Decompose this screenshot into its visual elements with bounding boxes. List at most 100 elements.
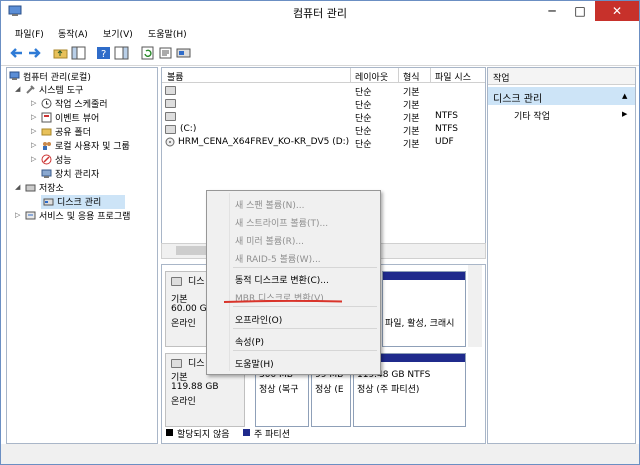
volume-filesystem: UDF [435,137,454,147]
tree-label: 컴퓨터 관리(로컬) [23,73,91,83]
minimize-button[interactable]: ─ [539,1,565,21]
menu-action[interactable]: 동작(A) [58,27,88,40]
drive-icon [165,99,176,108]
help-icon[interactable]: ? [96,46,111,60]
partition-status: 파일, 활성, 크래시 [385,319,455,329]
show-hide-action-pane-icon[interactable] [114,46,129,60]
tree-label: 시스템 도구 [39,86,84,96]
disk-0-partition[interactable]: 파일, 활성, 크래시 [382,271,466,347]
column-header-layout[interactable]: 레이아웃 [355,70,388,83]
disk-name: 디스 [188,359,205,369]
expand-triangle-icon[interactable]: ▷ [31,127,36,135]
properties-icon[interactable] [158,46,173,60]
refresh-icon[interactable] [140,46,155,60]
red-underline-annotation [223,300,343,303]
tools-icon [26,85,35,94]
drive-icon [165,125,176,134]
menu-separator [233,306,377,307]
menu-item-new-spanned-volume[interactable]: 새 스팬 볼륨(N)... [235,198,304,211]
menu-help[interactable]: 도움말(H) [148,27,187,40]
menu-item-new-mirrored-volume[interactable]: 새 미러 볼륨(R)... [235,234,304,247]
column-header-filesystem[interactable]: 파일 시스 [435,70,471,83]
drive-icon [165,112,176,121]
column-separator[interactable] [398,68,399,82]
menu-separator [233,350,377,351]
more-actions-label: 기타 작업 [514,112,550,122]
volume-layout: 단순 [355,140,372,150]
clock-icon [41,98,52,109]
back-arrow-icon[interactable] [9,46,24,60]
table-row[interactable]: (C:) 단순 기본 NTFS [162,123,485,137]
disk-icon [171,277,182,286]
expand-triangle-icon[interactable]: ▷ [31,99,36,107]
volume-filesystem: NTFS [435,111,458,121]
storage-icon [25,184,36,192]
menu-item-new-striped-volume[interactable]: 새 스트라이프 볼륨(T)... [235,216,328,229]
forward-arrow-icon[interactable] [27,46,42,60]
actions-header-label: 작업 [493,74,510,84]
submenu-arrow-icon: ▶ [622,110,628,118]
disk-size: 119.88 GB [171,382,219,392]
computer-management-icon [9,71,20,80]
computer-management-window: 컴퓨터 관리 ─ □ ✕ 파일(F) 동작(A) 보기(V) 도움말(H) ? … [0,0,640,465]
device-manager-icon [41,169,52,178]
table-row[interactable]: 단순 기본 NTFS [162,110,485,124]
disk-0-scrollbar[interactable] [468,265,482,347]
close-button[interactable]: ✕ [595,1,639,21]
table-row[interactable]: 단순 기본 [162,97,485,111]
table-row[interactable]: HRM_CENA_X64FREV_KO-KR_DV5 (D:) 단순 기본 UD… [162,136,485,150]
disk-status: 온라인 [171,397,196,407]
expand-triangle-icon[interactable]: ▷ [15,211,20,219]
collapse-triangle-icon[interactable]: ◢ [15,183,20,191]
partition-status: 정상 (E [315,385,344,395]
disk-management-icon [43,198,54,206]
expand-triangle-icon[interactable]: ▷ [31,113,36,121]
volume-name: (C:) [180,124,197,134]
show-hide-tree-icon[interactable] [71,46,86,60]
menu-item-help[interactable]: 도움말(H) [235,357,274,370]
tree-item-disk-management[interactable]: 디스크 관리 [41,195,125,209]
svg-text:?: ? [101,49,106,60]
unallocated-swatch [166,429,173,436]
disk-settings-icon[interactable] [176,46,191,60]
menu-item-offline[interactable]: 오프라인(O) [235,313,282,326]
toolbar: ? [1,43,639,66]
up-folder-icon[interactable] [53,46,68,60]
menu-view[interactable]: 보기(V) [103,27,133,40]
column-separator[interactable] [350,68,351,82]
collapse-icon[interactable]: ▲ [622,92,627,100]
title-bar: 컴퓨터 관리 ─ □ ✕ [1,1,639,23]
collapse-triangle-icon[interactable]: ◢ [15,85,20,93]
more-actions-item[interactable]: 기타 작업 ▶ [488,108,635,122]
menu-item-properties[interactable]: 속성(P) [235,335,264,348]
expand-triangle-icon[interactable]: ▷ [31,155,36,163]
column-header-type[interactable]: 형식 [403,70,420,83]
menu-file[interactable]: 파일(F) [15,27,44,40]
maximize-button[interactable]: □ [567,1,593,21]
actions-section-disk-management[interactable]: 디스크 관리 ▲ [488,87,635,105]
tree-label: 디스크 관리 [57,198,102,208]
volume-name: HRM_CENA_X64FREV_KO-KR_DV5 (D:) [178,137,350,147]
tree-label: 이벤트 뷰어 [55,114,100,124]
services-icon [25,211,36,220]
partition-status: 정상 (주 파티션) [357,385,420,395]
status-bar [1,444,639,464]
volume-filesystem: NTFS [435,124,458,134]
tree-label: 공유 폴더 [55,128,91,138]
disk-icon [171,359,182,368]
column-header-volume[interactable]: 볼륨 [167,70,184,83]
partition-status: 정상 (복구 [259,385,299,395]
drive-icon [165,86,176,95]
menu-item-new-raid5-volume[interactable]: 새 RAID-5 볼륨(W)... [235,252,321,265]
cd-drive-icon [165,137,175,147]
column-separator[interactable] [430,68,431,82]
table-row[interactable]: 단순 기본 [162,84,485,98]
tree-label: 로컬 사용자 및 그룹 [55,142,130,152]
volume-type: 기본 [403,140,420,150]
expand-triangle-icon[interactable]: ▷ [31,141,36,149]
shared-folder-icon [41,128,52,136]
context-menu: 새 스팬 볼륨(N)... 새 스트라이프 볼륨(T)... 새 미러 볼륨(R… [206,190,381,375]
context-menu-gutter [229,193,230,371]
users-icon [43,142,51,150]
menu-item-convert-dynamic[interactable]: 동적 디스크로 변환(C)... [235,273,329,286]
